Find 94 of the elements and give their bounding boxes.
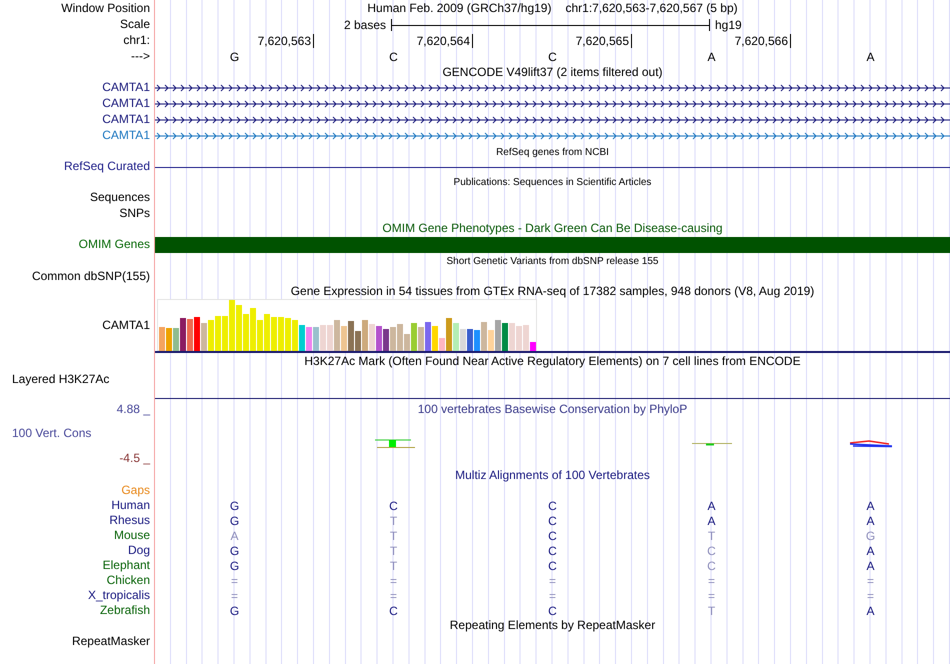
base-letter: = [866,590,874,602]
row-label: Scale [120,18,150,32]
base-letter: A [866,544,874,556]
position-tick: 7,620,565 [576,34,632,48]
base-letter: C [548,51,557,63]
base-letter: T [390,560,398,572]
base-letter: C [548,604,557,616]
species-label: X_tropicalis [88,588,150,602]
base-letter: C [707,560,716,572]
base-letter: = [708,590,715,602]
track-label: SNPs [119,206,150,220]
conservation-signal-drawing [848,440,892,448]
base-letter: = [708,574,715,586]
species-label: Elephant [102,558,150,572]
base-letter: C [389,500,398,512]
track-title: H3K27Ac Mark (Often Found Near Active Regulatory Elements) on 7 cell lines from ENCODE [304,355,801,369]
base-letter: C [548,500,557,512]
track-label: Gaps [121,484,150,498]
base-letter: G [230,500,240,512]
track-label: Sequences [90,191,150,205]
track-label: 100 Vert. Cons [12,427,92,441]
track-label: Common dbSNP(155) [32,270,150,284]
base-letter: A [866,514,874,526]
species-label: Dog [128,544,150,558]
row-label: chr1: [123,34,150,48]
conservation-signal-drawing [692,442,732,446]
base-letter: A [707,51,716,63]
base-letter: A [866,51,874,63]
position-text: chr1:7,620,563-7,620,567 (5 bp) [565,2,738,16]
base-letter: A [866,560,874,572]
base-letter: = [390,590,397,602]
base-letter: T [708,530,716,542]
track-title: Gene Expression in 54 tissues from GTEx RNA-seq of 17382 samples, 948 donors (V8, Aug 2019) [290,284,814,298]
species-label: Mouse [114,528,150,542]
position-tick: 7,620,566 [734,34,791,48]
gene-label: CAMTA1 [102,113,150,127]
gene-label: CAMTA1 [102,129,150,143]
track-title: GENCODE V49lift37 (2 items filtered out) [442,66,663,80]
base-letter: A [707,500,716,512]
base-letter: G [230,51,240,63]
base-letter: T [390,544,398,556]
base-letter: A [866,500,874,512]
base-letter: G [230,604,240,616]
track-title: 100 vertebrates Basewise Conservation by PhyloP [418,403,688,416]
base-letter: A [230,530,238,542]
scale-text: 2 bases [342,19,387,31]
base-letter: A [707,514,716,526]
conservation-signal-drawing [372,439,414,450]
axis-max-label: 4.88 _ [116,403,150,416]
track-label: Layered H3K27Ac [12,373,110,386]
base-letter: C [707,544,716,556]
track-title: Multiz Alignments of 100 Vertebrates [455,468,650,482]
base-letter: T [390,514,398,526]
base-letter: = [548,574,556,586]
base-letter: = [230,590,238,602]
axis-min-label: -4.5 _ [119,452,150,465]
position-tick: 7,620,564 [416,34,473,48]
track-label: RepeatMasker [72,635,150,649]
strand-label: ---> [131,50,150,64]
species-label: Rhesus [109,514,150,528]
gene-label: CAMTA1 [102,97,150,111]
assembly-text: Human Feb. 2009 (GRCh37/hg19) [367,2,552,16]
base-letter: = [548,590,556,602]
track-title: OMIM Gene Phenotypes - Dark Green Can Be Disease-causing [382,222,723,236]
base-letter: C [548,544,557,556]
base-letter: = [230,574,238,586]
base-letter: G [866,530,876,542]
gene-label: CAMTA1 [102,81,150,95]
species-label: Chicken [106,574,150,588]
base-letter: C [548,514,557,526]
base-letter: G [230,544,240,556]
track-title: Short Genetic Variants from dbSNP release 155 [446,256,658,266]
species-label: Zebrafish [100,604,150,618]
base-letter: A [866,604,874,616]
base-letter: C [548,530,557,542]
base-letter: G [230,514,240,526]
track-label: RefSeq Curated [64,160,150,174]
base-letter: C [389,604,398,616]
base-letter: = [390,574,397,586]
track-title: RefSeq genes from NCBI [496,146,609,158]
base-letter: C [548,560,557,572]
track-label: OMIM Genes [78,238,150,252]
species-label: Human [111,498,150,512]
base-letter: G [230,560,240,572]
base-letter: T [390,530,398,542]
track-label: CAMTA1 [102,319,150,333]
track-title: Repeating Elements by RepeatMasker [450,619,656,633]
base-letter: = [866,574,874,586]
base-letter: T [708,604,716,616]
position-tick: 7,620,563 [258,34,314,48]
base-letter: C [389,51,398,63]
row-label: Window Position [61,2,150,16]
scale-assembly: hg19 [714,19,743,31]
track-title: Publications: Sequences in Scientific Articles [454,176,652,188]
